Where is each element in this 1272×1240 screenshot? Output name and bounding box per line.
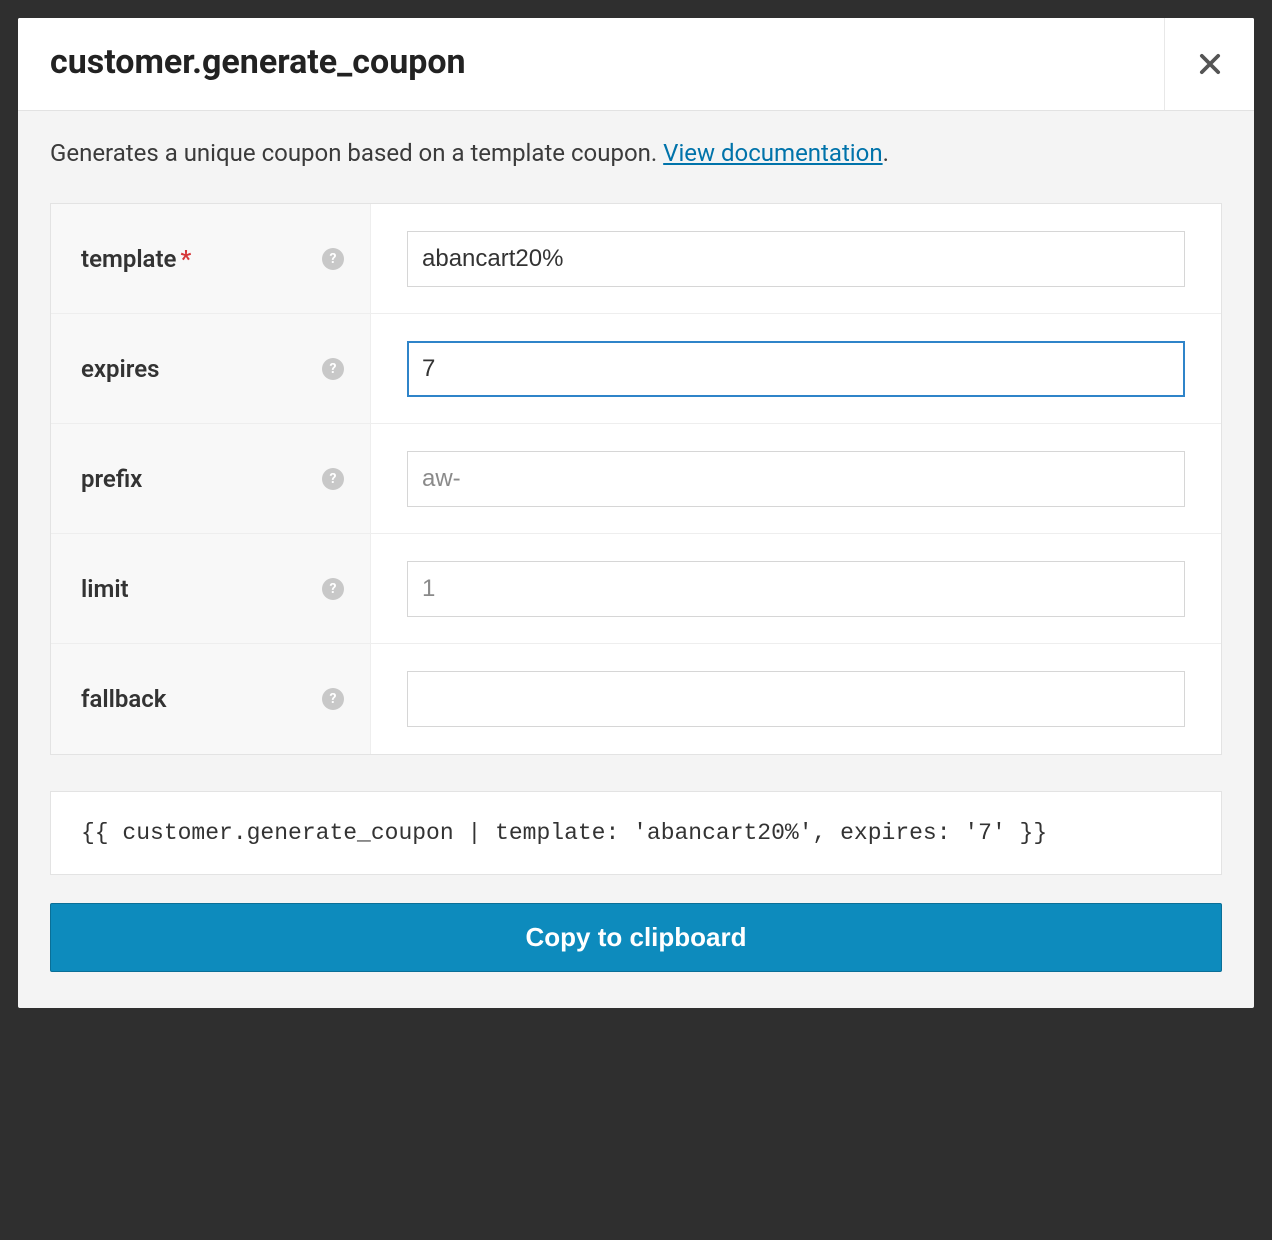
label-cell: fallback ? bbox=[51, 644, 371, 754]
limit-input[interactable] bbox=[407, 561, 1185, 617]
description-text: Generates a unique coupon based on a tem… bbox=[50, 139, 663, 167]
copy-to-clipboard-button[interactable]: Copy to clipboard bbox=[50, 903, 1222, 972]
help-icon[interactable]: ? bbox=[322, 578, 344, 600]
variable-editor-modal: customer.generate_coupon Generates a uni… bbox=[18, 18, 1254, 1008]
field-label: expires bbox=[81, 355, 159, 383]
label-cell: prefix ? bbox=[51, 424, 371, 533]
expires-input[interactable] bbox=[407, 341, 1185, 397]
code-preview: {{ customer.generate_coupon | template: … bbox=[50, 791, 1222, 875]
field-row-fallback: fallback ? bbox=[51, 644, 1221, 754]
prefix-input[interactable] bbox=[407, 451, 1185, 507]
field-label: fallback bbox=[81, 685, 166, 713]
input-cell bbox=[371, 534, 1221, 643]
label-cell: limit ? bbox=[51, 534, 371, 643]
help-icon[interactable]: ? bbox=[322, 468, 344, 490]
template-input[interactable] bbox=[407, 231, 1185, 287]
modal-title: customer.generate_coupon bbox=[18, 18, 1164, 110]
label-cell: expires ? bbox=[51, 314, 371, 423]
description-period: . bbox=[883, 139, 889, 167]
input-cell bbox=[371, 424, 1221, 533]
modal-body: Generates a unique coupon based on a tem… bbox=[18, 111, 1254, 1008]
field-label: template* bbox=[81, 245, 191, 273]
close-button[interactable] bbox=[1164, 18, 1254, 110]
field-label: prefix bbox=[81, 465, 142, 493]
field-row-template: template* ? bbox=[51, 204, 1221, 314]
fallback-input[interactable] bbox=[407, 671, 1185, 727]
close-icon bbox=[1196, 50, 1224, 78]
help-icon[interactable]: ? bbox=[322, 688, 344, 710]
parameters-table: template* ? expires ? pre bbox=[50, 203, 1222, 755]
modal-description: Generates a unique coupon based on a tem… bbox=[50, 139, 1222, 167]
modal-header: customer.generate_coupon bbox=[18, 18, 1254, 111]
field-row-prefix: prefix ? bbox=[51, 424, 1221, 534]
label-cell: template* ? bbox=[51, 204, 371, 313]
documentation-link[interactable]: View documentation bbox=[663, 139, 882, 167]
input-cell bbox=[371, 644, 1221, 754]
field-row-expires: expires ? bbox=[51, 314, 1221, 424]
input-cell bbox=[371, 204, 1221, 313]
help-icon[interactable]: ? bbox=[322, 248, 344, 270]
help-icon[interactable]: ? bbox=[322, 358, 344, 380]
field-row-limit: limit ? bbox=[51, 534, 1221, 644]
input-cell bbox=[371, 314, 1221, 423]
required-asterisk: * bbox=[180, 245, 191, 273]
field-label: limit bbox=[81, 575, 129, 603]
